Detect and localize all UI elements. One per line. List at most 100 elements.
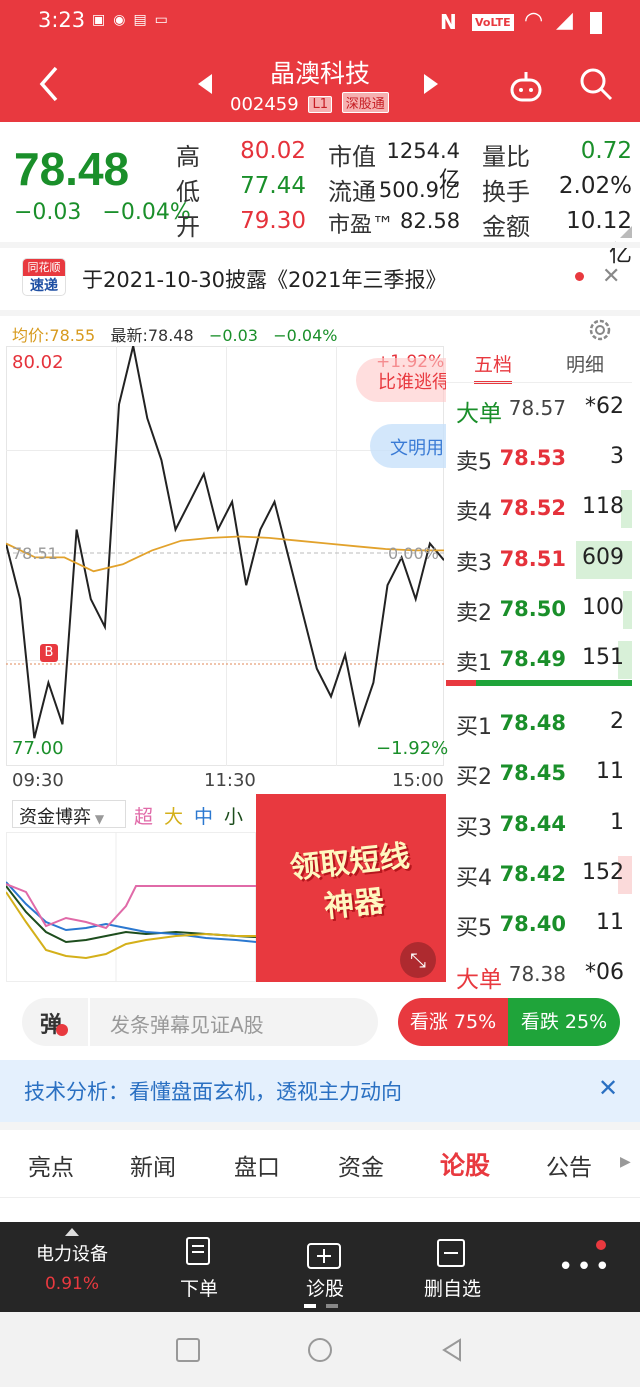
section-divider bbox=[0, 1122, 640, 1130]
danmu-placeholder: 发条弹幕见证A股 bbox=[110, 1013, 264, 1037]
back-triangle-icon bbox=[442, 1338, 461, 1362]
big-sell-row[interactable]: 大单 78.57 *62 bbox=[446, 384, 632, 434]
orderbook-label: 买5 bbox=[456, 916, 492, 941]
orderbook-label: 买2 bbox=[456, 765, 492, 791]
chevron-down-icon: ▼ bbox=[91, 812, 105, 826]
stock-name: 晶澳科技 bbox=[269, 59, 370, 88]
low-value: 77.44 bbox=[240, 173, 306, 199]
diagnose-button[interactable] bbox=[306, 1238, 346, 1274]
bullish-vote-button[interactable]: 看涨 75% bbox=[398, 998, 508, 1046]
ask-row[interactable]: 卖2 78.50 100 bbox=[446, 585, 632, 635]
latest-price-label: 最新:78.48 bbox=[110, 326, 194, 345]
diagnose-icon bbox=[307, 1243, 341, 1269]
ask-row[interactable]: 卖5 78.53 3 bbox=[446, 434, 632, 484]
pe-label: 市盈™ bbox=[328, 213, 395, 238]
orderbook-tab-level5-label: 五档 bbox=[474, 354, 513, 376]
gear-icon bbox=[589, 319, 611, 341]
promo-ad[interactable]: 领取短线神器 ⤡ bbox=[256, 794, 446, 982]
bid-row[interactable]: 买4 78.42 152 bbox=[446, 850, 632, 900]
orderbook-label: 卖2 bbox=[456, 600, 492, 626]
open-label: 开 bbox=[176, 213, 200, 241]
bid-row[interactable]: 买1 78.48 2 bbox=[446, 699, 632, 749]
fund-flow-svg bbox=[6, 832, 256, 982]
avg-price-label: 均价:78.55 bbox=[12, 326, 96, 345]
ask-row[interactable]: 卖4 78.52 118 bbox=[446, 484, 632, 534]
big-buy-row[interactable]: 大单 78.38 *06 bbox=[446, 950, 632, 1000]
notice-close-button[interactable]: ✕ bbox=[602, 264, 620, 289]
bearish-vote-button[interactable]: 看跌 25% bbox=[508, 998, 620, 1046]
divider bbox=[0, 310, 640, 316]
tab-highlights[interactable]: 亮点 bbox=[28, 1148, 74, 1182]
volte-badge: VoLTE bbox=[472, 14, 514, 31]
back-button[interactable] bbox=[34, 64, 66, 104]
divider bbox=[0, 242, 640, 248]
bid-row[interactable]: 买2 78.45 11 bbox=[446, 749, 632, 799]
recents-button[interactable] bbox=[176, 1338, 200, 1362]
tabs-more-icon[interactable]: ▶ bbox=[620, 1154, 631, 1170]
bid-row[interactable]: 买3 78.44 1 bbox=[446, 800, 632, 850]
float-value: 500.9亿 bbox=[378, 178, 460, 202]
buy-marker[interactable]: B bbox=[40, 644, 58, 662]
orderbook-volume: 3 bbox=[610, 444, 624, 470]
danmu-bubble: 文明用 bbox=[370, 424, 446, 468]
orderbook-volume: 1 bbox=[610, 809, 624, 835]
danmu-input[interactable]: 弹 发条弹幕见证A股 bbox=[22, 998, 378, 1046]
price-change: −0.03 bbox=[14, 200, 82, 225]
notice-logo-bottom: 速递 bbox=[30, 278, 58, 294]
back-nav-button[interactable] bbox=[440, 1338, 464, 1362]
back-arrow-icon bbox=[39, 66, 58, 102]
time-start: 09:30 bbox=[12, 770, 64, 791]
ask-row[interactable]: 卖1 78.49 151 bbox=[446, 635, 632, 685]
orderbook-tab-level5[interactable]: 五档 bbox=[474, 350, 512, 384]
tab-news[interactable]: 新闻 bbox=[130, 1148, 176, 1182]
tab-orders[interactable]: 盘口 bbox=[234, 1148, 280, 1182]
status-clock: 3:23 bbox=[38, 8, 86, 32]
robot-assistant-button[interactable] bbox=[508, 68, 544, 104]
ask-row[interactable]: 卖3 78.51 609 bbox=[446, 535, 632, 585]
orderbook-volume: 118 bbox=[582, 494, 624, 520]
diagnose-label: 诊股 bbox=[306, 1278, 345, 1300]
orderbook-volume: *06 bbox=[585, 960, 624, 986]
more-button[interactable]: ••• bbox=[558, 1252, 613, 1282]
price-chart-svg bbox=[6, 346, 444, 739]
danmu-bubble: 比谁逃得 bbox=[356, 358, 446, 402]
legend-medium: 中 bbox=[194, 806, 214, 828]
low-label: 低 bbox=[176, 178, 200, 206]
tab-forum[interactable]: 论股 bbox=[440, 1146, 490, 1182]
order-icon bbox=[186, 1237, 210, 1265]
search-button[interactable] bbox=[578, 66, 614, 102]
bid-row[interactable]: 买5 78.40 11 bbox=[446, 900, 632, 950]
signal-icon: ◢ bbox=[556, 8, 573, 33]
legend-large: 大 bbox=[164, 806, 184, 828]
chart-settings-button[interactable] bbox=[586, 316, 614, 344]
fund-selector[interactable]: 资金博弈 ▼ bbox=[12, 800, 126, 828]
pe-value: 82.58 bbox=[400, 209, 461, 233]
orderbook-tab-divider bbox=[446, 382, 632, 383]
more-badge bbox=[596, 1240, 606, 1250]
tab-announcements[interactable]: 公告 bbox=[546, 1148, 592, 1182]
danmu-badge-icon bbox=[56, 1024, 68, 1036]
remove-watchlist-button[interactable] bbox=[436, 1238, 468, 1270]
chart-change-pct: −0.04% bbox=[273, 326, 338, 345]
banner-close-button[interactable]: ✕ bbox=[598, 1074, 618, 1102]
notice-logo: 同花顺 速递 bbox=[22, 258, 66, 296]
remove-icon bbox=[437, 1239, 465, 1267]
notice-text[interactable]: 于2021-10-30披露《2021年三季报》 bbox=[82, 264, 447, 294]
orderbook-volume: 152 bbox=[582, 859, 624, 885]
mcap-label: 市值 bbox=[328, 143, 376, 171]
home-button[interactable] bbox=[308, 1338, 332, 1362]
expand-corner-icon[interactable] bbox=[620, 226, 632, 238]
turnover-label: 换手 bbox=[482, 178, 530, 206]
notice-logo-top: 同花顺 bbox=[23, 259, 65, 276]
promo-banner[interactable]: 技术分析：看懂盘面玄机，透视主力动向 ✕ bbox=[0, 1060, 640, 1122]
orderbook-label: 卖1 bbox=[456, 651, 492, 676]
sector-button[interactable]: 电力设备 0.91% bbox=[24, 1228, 120, 1308]
fullscreen-button[interactable]: ⤡ bbox=[400, 942, 436, 978]
pct-mid-label: 0.00% bbox=[388, 544, 439, 563]
nfc-icon: N bbox=[440, 10, 457, 34]
tab-funds[interactable]: 资金 bbox=[338, 1148, 384, 1182]
orderbook-tab-detail[interactable]: 明细 bbox=[566, 350, 604, 377]
next-stock-button[interactable] bbox=[424, 74, 438, 94]
battery-icon bbox=[590, 12, 602, 34]
orderbook-volume: *62 bbox=[585, 394, 624, 419]
